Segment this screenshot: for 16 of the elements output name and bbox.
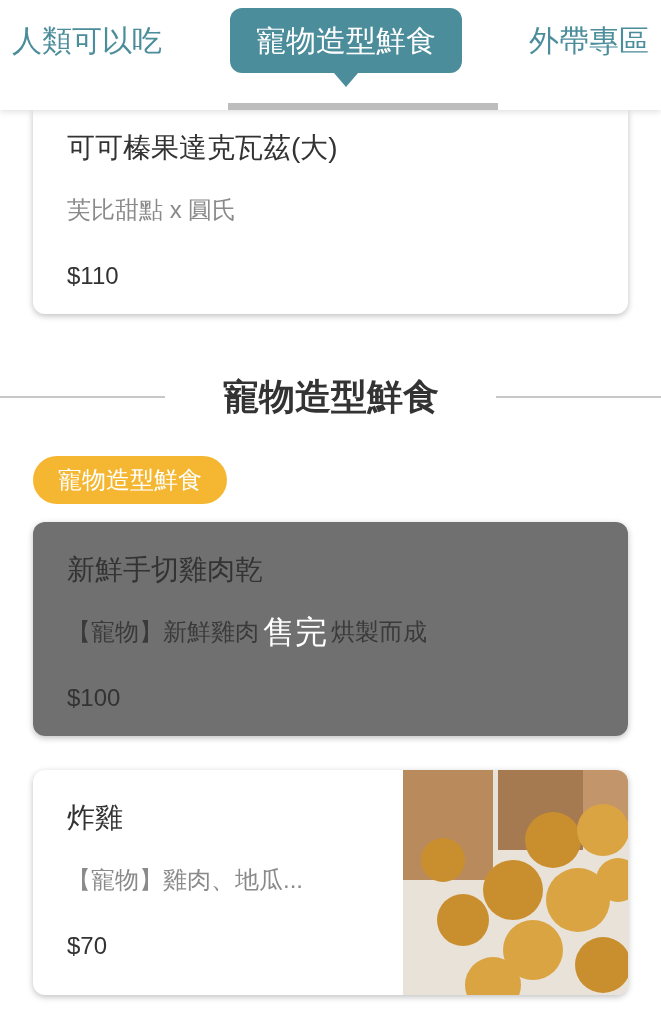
item-description: 芙比甜點 x 圓氏 xyxy=(67,195,238,225)
section-title: 寵物造型鮮食 xyxy=(221,375,440,419)
item-description: 【寵物】雞肉、地瓜... xyxy=(67,865,304,895)
item-name: 炸雞 xyxy=(67,801,124,835)
category-tag: 寵物造型鮮食 xyxy=(33,456,227,504)
category-tab[interactable]: 人類可以吃 xyxy=(10,8,164,73)
sold-out-label: 售完 xyxy=(263,616,327,648)
category-tab[interactable]: 外帶專區 xyxy=(527,8,651,73)
pointer-icon xyxy=(333,73,358,87)
menu-item-card[interactable]: 炸雞 【寵物】雞肉、地瓜... $70 xyxy=(33,770,628,995)
item-price: $100 xyxy=(67,683,122,713)
item-price: $70 xyxy=(67,931,109,961)
item-name: 新鮮手切雞肉乾 xyxy=(67,553,264,587)
item-name: 可可榛果達克瓦茲(大) xyxy=(67,131,339,165)
menu-item-card[interactable]: 可可榛果達克瓦茲(大) 芙比甜點 x 圓氏 $110 xyxy=(33,110,628,314)
item-price: $110 xyxy=(67,261,120,291)
